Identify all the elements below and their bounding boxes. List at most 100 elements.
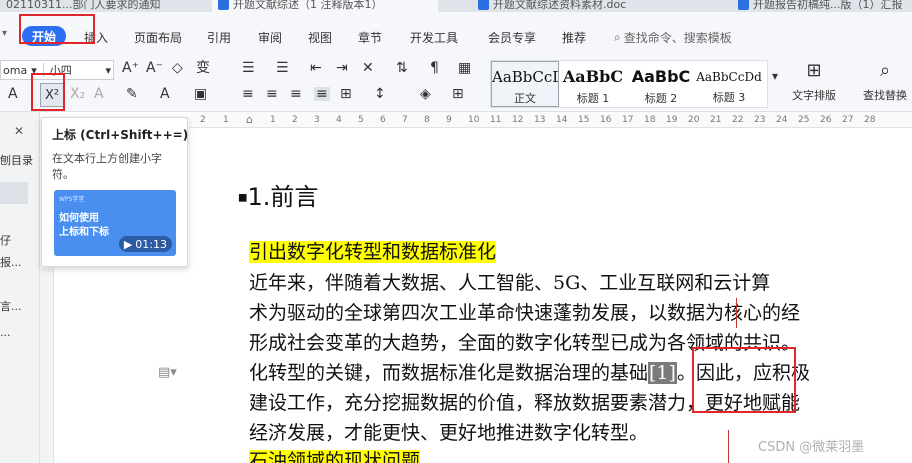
shrink-font-icon[interactable]: A⁻ [146, 61, 163, 75]
style-normal[interactable]: AaBbCcDd 正文 [491, 61, 559, 107]
tab-page-layout[interactable]: 页面布局 [134, 29, 182, 46]
chinese-layout-icon[interactable]: ✕ [362, 61, 374, 75]
command-search-label: 查找命令、搜索模板 [623, 31, 732, 45]
strikethrough-icon[interactable]: A [8, 87, 18, 101]
tab-view[interactable]: 视图 [308, 29, 332, 46]
nav-item[interactable]: ... [0, 326, 11, 339]
style-heading-3[interactable]: AaBbCcDd 标题 3 [695, 61, 763, 107]
shading-icon[interactable]: ◈ [420, 87, 431, 101]
document-tab[interactable]: 开题文献综述资料素材.doc [472, 0, 712, 12]
command-search[interactable]: ⌕ 查找命令、搜索模板 [614, 29, 732, 46]
doc-paragraph-line[interactable]: 近年来，伴随着大数据、人工智能、5G、工业互联网和云计算 [249, 268, 770, 298]
style-gallery: AaBbCcDd 正文 AaBbC 标题 1 AaBbC 标题 2 AaBbCc… [490, 60, 768, 108]
tab-chapter[interactable]: 章节 [358, 29, 382, 46]
document-tab[interactable]: 02110311...部门人要求的通知 [0, 0, 186, 12]
doc-heading[interactable]: ■1.前言 [238, 177, 318, 212]
close-icon[interactable]: ✕ [14, 124, 24, 138]
ruler-tick: 3 [314, 115, 320, 125]
menu-collapse-icon[interactable]: ▾ [2, 28, 7, 39]
indent-marker-icon[interactable]: ⌂ [246, 113, 253, 126]
align-center-icon[interactable]: ≡ [266, 87, 278, 101]
annotation-box-citation [692, 347, 796, 413]
ruler-tick: 2 [200, 115, 206, 125]
char-border-icon[interactable]: ▣ [194, 87, 207, 101]
tab-recommend[interactable]: 推荐 [562, 29, 586, 46]
horizontal-ruler[interactable]: 2 1 ⌂ 1 2 3 4 5 6 7 8 9 10 11 12 13 14 1… [190, 112, 912, 128]
paragraph-layout-icon[interactable]: ▤▾ [158, 365, 177, 380]
ruler-tick: 1 [270, 115, 276, 125]
show-marks-icon[interactable]: ¶ [430, 61, 439, 75]
justify-icon[interactable]: ≡ [314, 87, 330, 101]
highlight-pen-icon[interactable]: ✎ [126, 87, 138, 101]
document-tab[interactable]: 开题报告初稿纯...版（1）汇报 [732, 0, 912, 12]
vertical-scrollbar[interactable] [40, 268, 54, 463]
grow-font-icon[interactable]: A⁺ [122, 61, 139, 75]
table-border-icon[interactable]: ▦ [458, 61, 471, 75]
revision-mark [728, 430, 729, 463]
word-doc-icon [478, 0, 489, 10]
doc-paragraph-line[interactable]: 术为驱动的全球第四次工业革命快速蓬勃发展，以数据为核心的经 [249, 298, 800, 328]
document-tab-label: 02110311...部门人要求的通知 [6, 0, 161, 11]
document-tab-label: 开题报告初稿纯...版（1）汇报 [753, 0, 903, 11]
ruler-tick: 9 [446, 115, 452, 125]
video-duration-badge[interactable]: ▶ 01:13 [118, 236, 172, 252]
style-name: 标题 2 [644, 92, 678, 105]
doc-subheading[interactable]: 引出数字化转型和数据标准化 [249, 237, 497, 264]
nav-item[interactable]: 言... [0, 298, 22, 314]
font-name-value: oma [3, 63, 28, 77]
outdent-icon[interactable]: ⇤ [310, 61, 322, 75]
ruler-tick: 15 [578, 115, 590, 125]
tab-review[interactable]: 审阅 [258, 29, 282, 46]
ruler-tick: 11 [490, 115, 502, 125]
nav-item[interactable]: 报... [0, 254, 22, 270]
word-doc-icon [218, 0, 229, 10]
tutorial-video-thumbnail[interactable]: WPS学堂 如何使用 上标和下标 ▶ 01:13 [54, 190, 176, 256]
ruler-tick: 26 [820, 115, 832, 125]
annotation-box-superscript [31, 73, 65, 111]
line-spacing-icon[interactable]: ↕ [374, 87, 386, 101]
find-replace-button[interactable]: ⌕ 查找替换 [858, 60, 912, 103]
ruler-tick: 18 [644, 115, 656, 125]
ruler-tick: 12 [512, 115, 524, 125]
nav-item[interactable]: 仔 [0, 232, 11, 248]
tab-developer[interactable]: 开发工具 [410, 29, 458, 46]
style-heading-2[interactable]: AaBbC 标题 2 [627, 61, 695, 107]
ruler-tick: 20 [688, 115, 700, 125]
indent-icon[interactable]: ⇥ [336, 61, 348, 75]
nav-label-toc[interactable]: 刨目录 [0, 152, 33, 168]
ruler-tick: 23 [754, 115, 766, 125]
ruler-tick: 6 [380, 115, 386, 125]
numbered-list-icon[interactable]: ☰ [276, 61, 289, 75]
nav-selected-item[interactable] [0, 182, 28, 204]
document-tab-strip: 02110311...部门人要求的通知 开题文献综述（1 注释版本1） 开题文献… [0, 0, 912, 12]
doc-paragraph-line[interactable]: 经济发展，才能更快、更好地推进数字化转型。 [249, 418, 648, 448]
text-layout-button[interactable]: ⊞ 文字排版 [784, 60, 844, 103]
borders-icon[interactable]: ⊞ [452, 87, 464, 101]
tab-member[interactable]: 会员专享 [488, 29, 536, 46]
phonetic-icon[interactable]: 变 [196, 61, 210, 75]
word-doc-icon [738, 0, 749, 10]
tab-references[interactable]: 引用 [207, 29, 231, 46]
annotation-box-start-tab [19, 14, 95, 44]
distributed-icon[interactable]: ⊞ [340, 87, 352, 101]
play-icon: ▶ [123, 237, 133, 251]
citation-superscript[interactable]: [1] [648, 362, 677, 384]
align-right-icon[interactable]: ≡ [290, 87, 302, 101]
bullet-list-icon[interactable]: ☰ [242, 61, 255, 75]
ruler-tick: 17 [622, 115, 634, 125]
sort-icon[interactable]: ⇅ [396, 61, 408, 75]
document-tab-active[interactable]: 开题文献综述（1 注释版本1） [212, 0, 438, 12]
emphasis-icon[interactable]: A [94, 87, 104, 101]
align-left-icon[interactable]: ≡ [242, 87, 254, 101]
subscript-icon[interactable]: X₂ [70, 87, 85, 101]
ruler-tick: 10 [468, 115, 480, 125]
ruler-tick: 25 [798, 115, 810, 125]
doc-next-heading[interactable]: 石油领域的现状问题 [249, 446, 421, 463]
font-color-icon[interactable]: A [160, 87, 170, 101]
style-heading-1[interactable]: AaBbC 标题 1 [559, 61, 627, 107]
clear-format-icon[interactable]: ◇ [172, 61, 183, 75]
style-name: 标题 3 [712, 91, 746, 104]
ribbon-toolbar: oma ▾ 小四 ▾ A⁺ A⁻ ◇ 变 A X² X₂ A ✎ A ▣ ☰ ☰… [0, 56, 912, 112]
ruler-tick: 8 [424, 115, 430, 125]
style-gallery-arrow-icon[interactable]: ▾ [772, 70, 778, 82]
